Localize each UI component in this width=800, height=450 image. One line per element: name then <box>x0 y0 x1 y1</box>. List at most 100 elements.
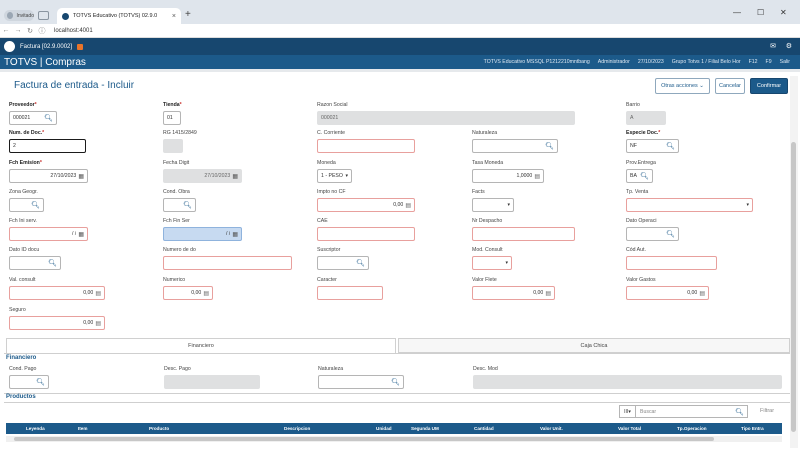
settings-icon[interactable]: ⚙ <box>786 42 792 50</box>
reload-icon[interactable]: ↻ <box>24 27 36 35</box>
url-field[interactable]: localhost:4001 <box>54 28 93 34</box>
numerico-input[interactable]: 0,00 ▤ <box>163 286 213 300</box>
confirm-button[interactable]: Confirmar <box>750 78 788 94</box>
col-descripcion[interactable]: Descripcion <box>284 426 310 431</box>
cond-pago-input[interactable]: 🔍︎ <box>9 375 49 389</box>
search-icon[interactable]: 🔍︎ <box>545 142 554 150</box>
especie-doc-input[interactable]: NF 🔍︎ <box>626 139 679 153</box>
search-icon[interactable]: 🔍︎ <box>356 259 365 267</box>
filter-button[interactable]: Filtrar <box>760 408 774 414</box>
calculator-icon[interactable]: ▤ <box>699 290 705 297</box>
env-f9[interactable]: F9 <box>766 59 772 65</box>
close-routine-icon[interactable] <box>77 43 84 50</box>
facts-select[interactable]: ▾ <box>472 198 514 212</box>
search-icon[interactable]: 🔍︎ <box>48 259 57 267</box>
col-tipo-entra[interactable]: Tipo Entra <box>741 426 764 431</box>
valor-flete-input[interactable]: 0,00 ▤ <box>472 286 555 300</box>
table-hscrollbar-thumb[interactable] <box>14 437 714 441</box>
productos-search-input[interactable]: Buscar 🔍︎ <box>635 405 748 418</box>
calendar-icon[interactable]: ▦ <box>78 173 84 180</box>
tab-financiero[interactable]: Financiero <box>6 338 396 353</box>
moneda-select[interactable]: 1 - PESO ▾ <box>317 169 352 183</box>
seguro-input[interactable]: 0,00 ▤ <box>9 316 105 330</box>
mod-consult-select[interactable]: ▾ <box>472 256 512 270</box>
num-doc-input[interactable]: 2 <box>9 139 86 153</box>
fch-emision-input[interactable]: 27/10/2023 ▦ <box>9 169 88 183</box>
forward-icon[interactable]: → <box>12 27 24 34</box>
env-date: 27/10/2023 <box>637 59 664 65</box>
back-icon[interactable]: ← <box>0 27 12 34</box>
search-icon[interactable]: 🔍︎ <box>666 230 675 238</box>
col-producto[interactable]: Producto <box>149 426 169 431</box>
col-item[interactable]: Item <box>78 426 87 431</box>
dato-operaci-input[interactable]: 🔍︎ <box>626 227 679 241</box>
tab-close-icon[interactable]: × <box>172 13 176 20</box>
zona-geogr-input[interactable]: 🔍︎ <box>9 198 44 212</box>
val-consult-input[interactable]: 0,00 ▤ <box>9 286 105 300</box>
grid-columns-button[interactable]: III ▾ <box>619 405 636 418</box>
tp-venta-select[interactable]: ▾ <box>626 198 753 212</box>
calculator-icon[interactable]: ▤ <box>203 290 209 297</box>
caracter-input[interactable] <box>317 286 383 300</box>
cond-obra-input[interactable]: 🔍︎ <box>163 198 196 212</box>
search-icon[interactable]: 🔍︎ <box>183 201 192 209</box>
new-tab-icon[interactable]: + <box>185 9 191 20</box>
more-actions-button[interactable]: Otras acciones ⌄ <box>655 78 710 94</box>
cancel-button[interactable]: Cancelar <box>715 78 745 94</box>
maximize-icon[interactable]: ☐ <box>757 8 764 17</box>
calculator-icon[interactable]: ▤ <box>405 202 411 209</box>
valor-gastos-input[interactable]: 0,00 ▤ <box>626 286 709 300</box>
nr-despacho-input[interactable] <box>472 227 575 241</box>
env-exit[interactable]: Salir <box>780 59 790 65</box>
environment-info: TOTVS Educativo MSSQL P1212210mntbang Ad… <box>484 59 790 65</box>
search-icon[interactable]: 🔍︎ <box>31 201 40 209</box>
browser-tab[interactable]: TOTVS Educativo (TOTVS) 02.9.0 × <box>57 8 181 24</box>
table-hscrollbar[interactable] <box>6 436 782 442</box>
dato-id-docu-input[interactable]: 🔍︎ <box>9 256 61 270</box>
fch-fin-ser-input[interactable]: / / ▦ <box>163 227 242 241</box>
col-unidad[interactable]: Unidad <box>376 426 392 431</box>
calendar-icon[interactable]: ▦ <box>78 231 84 238</box>
page-scrollbar[interactable] <box>790 76 798 448</box>
close-window-icon[interactable]: ✕ <box>780 8 787 17</box>
naturaleza-input[interactable]: 🔍︎ <box>472 139 558 153</box>
scrollbar-thumb[interactable] <box>791 142 796 432</box>
productos-divider <box>4 393 790 394</box>
tienda-input[interactable]: 01 <box>163 111 181 125</box>
cae-input[interactable] <box>317 227 415 241</box>
impto-no-cf-input[interactable]: 0,00 ▤ <box>317 198 415 212</box>
calculator-icon[interactable]: ▤ <box>95 320 101 327</box>
fch-ini-serv-input[interactable]: / / ▦ <box>9 227 88 241</box>
col-valor-total[interactable]: Valor Total <box>618 426 641 431</box>
suscriptor-input[interactable]: 🔍︎ <box>317 256 369 270</box>
col-valor-unit[interactable]: Valor Unit. <box>540 426 563 431</box>
col-tp-operacion[interactable]: Tp.Operacion <box>677 426 707 431</box>
search-icon[interactable]: 🔍︎ <box>391 378 400 386</box>
prov-entrega-input[interactable]: BA 🔍︎ <box>626 169 653 183</box>
numero-de-do-input[interactable] <box>163 256 292 270</box>
message-icon[interactable]: ✉ <box>770 42 776 50</box>
search-icon[interactable]: 🔍︎ <box>666 142 675 150</box>
calendar-icon[interactable]: ▦ <box>232 231 238 238</box>
search-icon[interactable]: 🔍︎ <box>735 408 744 416</box>
col-cantidad[interactable]: Cantidad <box>474 426 494 431</box>
fin-naturaleza-input[interactable]: 🔍︎ <box>318 375 404 389</box>
env-f12[interactable]: F12 <box>749 59 758 65</box>
cod-aut-input[interactable] <box>626 256 717 270</box>
tab-caja-chica[interactable]: Caja Chica <box>398 338 790 353</box>
tasa-moneda-input[interactable]: 1,0000 ▤ <box>472 169 544 183</box>
calculator-icon[interactable]: ▤ <box>534 173 540 180</box>
col-leyenda[interactable]: Leyenda <box>26 426 45 431</box>
calculator-icon[interactable]: ▤ <box>545 290 551 297</box>
col-segunda-um[interactable]: Segunda UM <box>411 426 439 431</box>
profile-button[interactable]: Invitado <box>4 10 34 21</box>
search-icon[interactable]: 🔍︎ <box>36 378 45 386</box>
info-icon[interactable]: ⓘ <box>36 26 48 36</box>
minimize-icon[interactable]: — <box>733 8 741 17</box>
search-icon[interactable]: 🔍︎ <box>44 114 53 122</box>
search-icon[interactable]: 🔍︎ <box>640 172 649 180</box>
tab-actions-icon[interactable] <box>38 11 49 20</box>
c-corriente-input[interactable] <box>317 139 415 153</box>
proveedor-input[interactable]: 000021 🔍︎ <box>9 111 57 125</box>
calculator-icon[interactable]: ▤ <box>95 290 101 297</box>
